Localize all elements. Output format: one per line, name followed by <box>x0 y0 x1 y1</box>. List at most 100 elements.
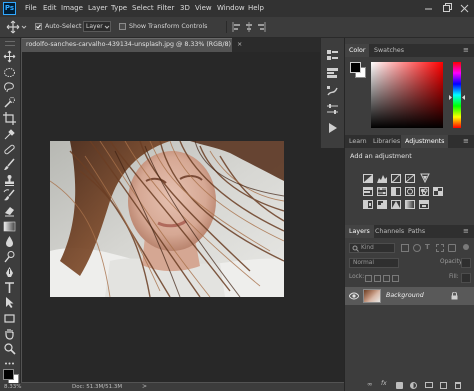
layer-mask-icon[interactable] <box>396 382 403 389</box>
close-tab-icon[interactable]: × <box>237 41 242 48</box>
exposure-icon[interactable]: + <box>405 174 415 183</box>
color-field[interactable] <box>371 62 443 128</box>
properties-panel-button[interactable] <box>326 67 339 79</box>
channel-mixer-icon[interactable] <box>419 187 429 196</box>
tab-libraries[interactable]: Libraries <box>369 135 404 148</box>
filter-toggle-icon[interactable] <box>463 244 469 250</box>
move-tool-preset-button[interactable] <box>6 20 20 34</box>
lock-transparent-icon[interactable] <box>365 275 372 282</box>
panel-menu-icon[interactable]: ≡ <box>463 137 469 145</box>
canvas-area[interactable] <box>22 52 344 382</box>
filter-pixel-layers-icon[interactable] <box>401 244 409 252</box>
eye-visibility-icon[interactable] <box>349 292 359 300</box>
dodge-tool[interactable] <box>3 250 16 263</box>
status-menu-arrow-icon[interactable]: > <box>142 383 147 391</box>
document-image[interactable] <box>50 141 284 297</box>
tab-layers[interactable]: Layers <box>345 225 374 238</box>
posterize-icon[interactable] <box>377 200 387 209</box>
gradient-tool[interactable] <box>3 220 16 233</box>
type-tool[interactable] <box>3 281 16 294</box>
chevron-down-icon[interactable] <box>21 24 27 30</box>
trash-icon[interactable] <box>455 382 461 389</box>
move-tool[interactable] <box>3 50 16 63</box>
hue-slider-handle-icon[interactable] <box>449 95 465 100</box>
menu-3d[interactable]: 3D <box>180 0 190 17</box>
panel-menu-icon[interactable]: ≡ <box>463 227 469 235</box>
menu-help[interactable]: Help <box>248 0 264 17</box>
panel-menu-icon[interactable]: ≡ <box>463 46 469 54</box>
blend-mode-select[interactable]: Normal <box>349 258 399 268</box>
filter-smart-objects-icon[interactable] <box>448 244 456 252</box>
tab-adjustments[interactable]: Adjustments <box>401 135 449 148</box>
hue-saturation-icon[interactable] <box>363 187 373 196</box>
align-left-edges-button[interactable] <box>232 22 242 32</box>
healing-brush-tool[interactable] <box>3 143 16 156</box>
pen-tool[interactable] <box>3 266 16 279</box>
adjust-panel-button[interactable] <box>326 103 339 115</box>
lock-pixels-icon[interactable] <box>374 275 381 282</box>
brush-settings-panel-button[interactable] <box>326 85 339 97</box>
panel-grip[interactable] <box>5 41 15 46</box>
adjustment-layer-icon[interactable] <box>410 382 417 389</box>
color-lookup-icon[interactable] <box>433 187 443 196</box>
rectangle-tool[interactable] <box>3 312 16 325</box>
hand-tool[interactable] <box>3 327 16 340</box>
menu-image[interactable]: Image <box>61 0 83 17</box>
menu-edit[interactable]: Edit <box>43 0 57 17</box>
path-selection-tool[interactable] <box>3 296 16 309</box>
tab-swatches[interactable]: Swatches <box>370 44 408 57</box>
menu-file[interactable]: File <box>25 0 37 17</box>
tab-color[interactable]: Color <box>345 44 370 57</box>
menu-filter[interactable]: Filter <box>157 0 174 17</box>
invert-icon[interactable] <box>363 200 373 209</box>
eraser-tool[interactable] <box>3 204 16 217</box>
layer-name[interactable]: Background <box>386 287 424 305</box>
black-white-icon[interactable] <box>391 187 401 196</box>
menu-type[interactable]: Type <box>111 0 127 17</box>
lock-all-icon[interactable] <box>392 275 399 282</box>
quick-selection-tool[interactable] <box>3 96 16 109</box>
align-right-edges-button[interactable] <box>256 22 266 32</box>
color-foreground-swatch[interactable] <box>350 62 361 73</box>
threshold-icon[interactable] <box>391 200 401 209</box>
restore-button[interactable] <box>438 0 456 17</box>
filter-type-layers-icon[interactable]: T <box>425 243 430 251</box>
tab-learn[interactable]: Learn <box>345 135 371 148</box>
lasso-tool[interactable] <box>3 81 16 94</box>
crop-tool[interactable] <box>3 112 16 125</box>
actions-panel-button[interactable] <box>326 122 339 134</box>
document-tab[interactable]: rodolfo-sanches-carvalho-439134-unsplash… <box>22 38 242 52</box>
close-window-button[interactable] <box>456 0 474 17</box>
menu-window[interactable]: Window <box>217 0 245 17</box>
new-layer-icon[interactable] <box>440 382 447 389</box>
lock-position-icon[interactable] <box>383 275 390 282</box>
history-panel-button[interactable] <box>326 49 339 61</box>
curves-icon[interactable] <box>391 174 401 183</box>
tab-paths[interactable]: Paths <box>404 225 429 238</box>
vibrance-icon[interactable] <box>420 173 430 183</box>
brush-tool[interactable] <box>3 158 16 171</box>
show-transform-checkbox[interactable] <box>119 23 126 30</box>
link-layers-icon[interactable]: ∞ <box>367 380 372 388</box>
fill-field[interactable] <box>461 273 471 283</box>
menu-layer[interactable]: Layer <box>88 0 108 17</box>
opacity-field[interactable] <box>461 258 471 268</box>
selective-color-icon[interactable] <box>419 200 429 209</box>
menu-select[interactable]: Select <box>132 0 154 17</box>
auto-select-checkbox[interactable] <box>35 23 42 30</box>
foreground-color-swatch[interactable] <box>3 369 14 380</box>
layer-style-icon[interactable]: fx <box>381 380 387 387</box>
blur-tool[interactable] <box>3 235 16 248</box>
layer-row[interactable]: Background <box>345 287 474 305</box>
zoom-level[interactable]: 8.33% <box>4 383 21 391</box>
eyedropper-tool[interactable] <box>3 128 16 141</box>
minimize-button[interactable] <box>420 0 438 17</box>
photo-filter-icon[interactable] <box>405 187 415 196</box>
tab-channels[interactable]: Channels <box>371 225 408 238</box>
filter-adjustment-layers-icon[interactable] <box>413 244 421 252</box>
zoom-tool[interactable] <box>3 342 16 355</box>
menu-view[interactable]: View <box>195 0 212 17</box>
levels-icon[interactable] <box>377 173 387 183</box>
clone-stamp-tool[interactable] <box>3 174 16 187</box>
group-folder-icon[interactable] <box>425 382 433 388</box>
